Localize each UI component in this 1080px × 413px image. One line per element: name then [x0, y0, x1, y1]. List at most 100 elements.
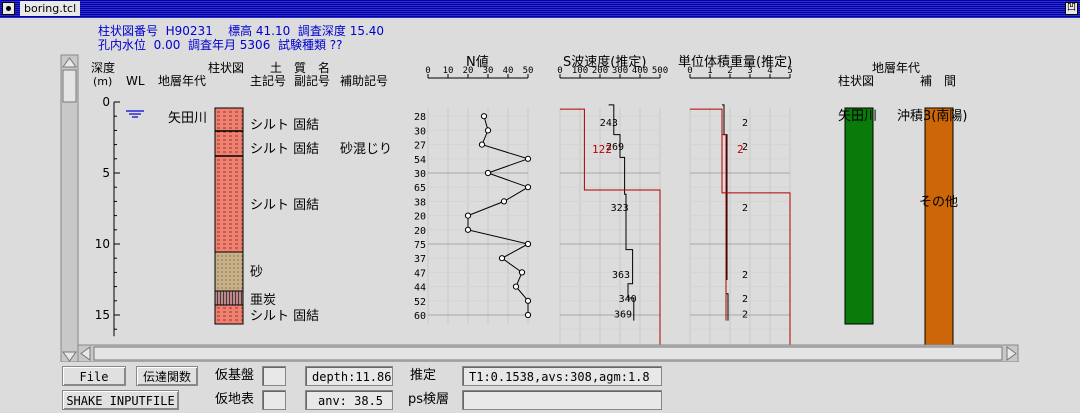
chart-x-tick-label: 10	[443, 66, 454, 76]
profile-label: 2	[742, 118, 748, 129]
n-value-point	[524, 297, 532, 304]
age-label: 矢田川	[168, 111, 207, 126]
profile-label: 2	[742, 294, 748, 305]
n-value-label: 30	[414, 126, 426, 137]
n-value-label: 28	[414, 112, 426, 123]
n-value-point	[484, 127, 492, 134]
n-value-label: 65	[414, 183, 426, 194]
surface-label: 仮地表	[215, 392, 255, 407]
chart-x-tick-label: 50	[523, 66, 534, 76]
chart-x-tick-label: 20	[463, 66, 474, 76]
layer-silt-upper	[214, 107, 244, 253]
chart-x-tick-label: 4	[767, 66, 772, 76]
layer-sand	[214, 251, 244, 292]
chart-x-tick-label: 30	[483, 66, 494, 76]
soil-label-6: シルト 固結	[250, 309, 319, 324]
base-field[interactable]	[262, 366, 286, 386]
n-value-label: 52	[414, 297, 426, 308]
n-value-point	[498, 255, 506, 262]
n-value-point	[518, 269, 526, 276]
n-value-point	[480, 113, 488, 120]
estimate-label: 推定	[410, 368, 437, 383]
right-col2-mid-label: その他	[919, 195, 958, 210]
n-value-point	[524, 184, 532, 191]
n-value-label: 20	[414, 226, 426, 237]
shake-inputfile-button[interactable]: SHAKE INPUTFILE	[62, 390, 179, 410]
n-value-point	[524, 155, 532, 162]
chart-x-tick-label: 0	[425, 66, 430, 76]
soil-label-2: シルト 固結	[250, 142, 319, 157]
header-line-1: 柱状図番号 H90231 標高 41.10 調査深度 15.40	[98, 23, 384, 38]
col-depth: 深度	[91, 60, 115, 75]
col-sub-code: 副記号	[294, 73, 330, 88]
right-col2-bar	[924, 107, 954, 362]
n-value-point	[484, 169, 492, 177]
col-soil: 土 質 名	[270, 60, 330, 75]
horizontal-scroll-thumb[interactable]	[93, 346, 1003, 361]
n-value-label: 37	[414, 254, 426, 265]
chart-x-tick-label: 0	[687, 66, 692, 76]
soil-label-5: 亜炭	[250, 293, 276, 308]
right-col2-label: 沖積3(南陽)	[897, 108, 967, 124]
n-value-label: 20	[414, 212, 426, 223]
n-value-point	[464, 226, 472, 233]
bottom-control-panel: File 伝達関数 仮基盤 depth:11.86 推定 T1:0.1538,a…	[0, 362, 1080, 413]
depth-tick-label: 5	[102, 166, 110, 180]
depth-tick-label: 10	[95, 237, 110, 251]
profile-label: 363	[612, 270, 630, 281]
col-wl: WL	[126, 74, 145, 88]
n-value-label: 54	[414, 155, 426, 166]
n-value-label: 60	[414, 311, 426, 322]
soil-label-1: シルト 固結	[250, 118, 319, 133]
profile-label: 369	[614, 310, 632, 321]
layer-silt-lower	[214, 304, 244, 325]
vertical-scroll-thumb[interactable]	[62, 69, 77, 103]
base-label: 仮基盤	[215, 368, 255, 383]
chart-x-tick-label: 400	[632, 66, 648, 76]
depth-tick-label: 15	[95, 308, 110, 322]
surface-field[interactable]	[262, 390, 286, 410]
ps-logging-field	[462, 390, 662, 410]
n-value-label: 27	[414, 141, 426, 152]
chart-x-tick-label: 100	[572, 66, 588, 76]
chart-x-tick-label: 0	[557, 66, 562, 76]
col-column: 柱状図	[208, 60, 244, 75]
header-line-2: 孔内水位 0.00 調査年月 5306 試験種類 ??	[98, 37, 343, 52]
n-value-point	[524, 311, 532, 319]
chart-x-tick-label: 5	[787, 66, 792, 76]
maximize-icon[interactable]: 凹	[1065, 2, 1078, 15]
transfer-function-button[interactable]: 伝達関数	[136, 366, 198, 386]
profile-label: 2	[742, 310, 748, 321]
vertical-scrollbar[interactable]	[60, 54, 79, 362]
chart-x-tick-label: 1	[707, 66, 712, 76]
depth-tick-label: 0	[102, 95, 110, 109]
soil-label-4: 砂	[250, 265, 263, 280]
estimate-field: T1:0.1538,avs:308,agm:1.8	[462, 366, 662, 386]
profile-secondary-label: 2	[737, 143, 744, 156]
n-value-point	[524, 240, 532, 248]
file-button[interactable]: File	[62, 366, 126, 386]
horizontal-scrollbar[interactable]	[77, 344, 1019, 362]
title-bar: boring.tcl 凹	[0, 0, 1080, 18]
profile-label: 340	[619, 294, 637, 305]
anv-field: anv: 38.5	[305, 390, 393, 410]
n-value-label: 75	[414, 240, 426, 251]
ps-logging-label: ps検層	[408, 392, 450, 407]
chart-x-tick-label: 300	[612, 66, 628, 76]
right-age-title: 地層年代	[872, 61, 920, 75]
chart-x-tick-label: 500	[652, 66, 668, 76]
right-col1-title: 柱状図	[838, 73, 874, 88]
profile-secondary-label: 122	[592, 143, 612, 156]
n-value-label: 44	[414, 283, 426, 294]
n-value-point	[500, 198, 508, 205]
col-main-code: 主記号	[250, 73, 286, 88]
window-menu-icon[interactable]	[2, 2, 15, 15]
density-title: 単位体積重量(推定)	[678, 54, 792, 70]
n-value-point	[464, 212, 472, 219]
window-title: boring.tcl	[20, 1, 81, 16]
profile-label: 2	[742, 203, 748, 214]
chart-x-tick-label: 3	[747, 66, 752, 76]
n-value-point	[478, 141, 486, 148]
chart-x-tick-label: 40	[503, 66, 514, 76]
col-aux-code: 補助記号	[340, 73, 388, 88]
